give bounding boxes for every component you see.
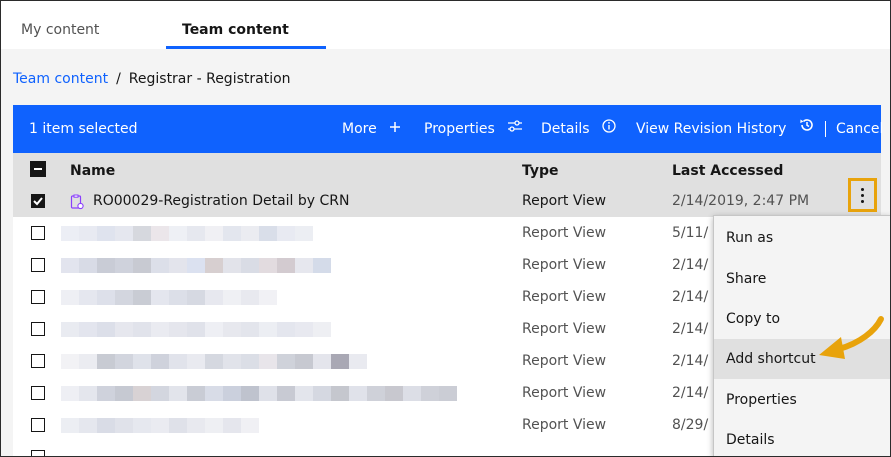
row-type: Report View — [522, 385, 607, 401]
overflow-menu-button[interactable] — [848, 178, 877, 212]
row-type: Report View — [522, 193, 607, 209]
selection-count: 1 item selected — [29, 121, 138, 137]
details-label: Details — [541, 121, 590, 137]
breadcrumb-separator: / — [116, 71, 121, 87]
row-checkbox[interactable] — [31, 290, 45, 304]
redacted-name — [61, 226, 313, 241]
overflow-dot — [861, 194, 864, 197]
row-last-accessed: 2/14/ — [672, 385, 709, 401]
row-type: Report View — [522, 257, 607, 273]
table-row[interactable]: RO00029-Registration Detail by CRN Repor… — [13, 185, 881, 218]
view-revision-history-button[interactable]: View Revision History — [636, 105, 815, 153]
row-last-accessed: 5/11/ — [672, 225, 709, 241]
more-button[interactable]: More — [342, 105, 401, 153]
action-divider — [825, 121, 826, 137]
redacted-name — [61, 290, 277, 305]
overflow-dot — [861, 200, 864, 203]
info-icon — [602, 105, 616, 153]
redacted-name — [61, 386, 457, 401]
row-type: Report View — [522, 225, 607, 241]
cancel-button[interactable]: Cancel — [836, 105, 883, 153]
redacted-name — [61, 418, 259, 433]
row-last-accessed: 8/29/ — [672, 417, 709, 433]
row-last-accessed: 2/14/2019, 2:47 PM — [672, 193, 810, 209]
row-type: Report View — [522, 289, 607, 305]
history-icon — [799, 105, 815, 153]
breadcrumb-current: Registrar - Registration — [128, 71, 291, 87]
row-checkbox[interactable] — [31, 354, 45, 368]
row-type: Report View — [522, 417, 607, 433]
redacted-name — [61, 354, 367, 369]
row-checkbox[interactable] — [31, 418, 45, 432]
report-view-icon — [70, 194, 84, 214]
details-button[interactable]: Details — [541, 105, 616, 153]
row-last-accessed: 2/14/ — [672, 321, 709, 337]
redacted-name — [61, 258, 331, 273]
tab-team-content[interactable]: Team content — [182, 1, 289, 49]
column-header-last-accessed[interactable]: Last Accessed — [672, 153, 783, 185]
column-header-type[interactable]: Type — [522, 153, 559, 185]
settings-adjust-icon — [507, 105, 523, 153]
select-all-checkbox[interactable] — [30, 161, 46, 177]
row-checkbox[interactable] — [31, 322, 45, 336]
row-checkbox[interactable] — [31, 450, 45, 456]
row-last-accessed: 2/14/ — [672, 257, 709, 273]
breadcrumb-link-team-content[interactable]: Team content — [13, 71, 108, 87]
table-header: Name Type Last Accessed — [13, 153, 881, 185]
menu-item-properties[interactable]: Properties — [714, 380, 890, 420]
menu-item-run-as[interactable]: Run as — [714, 218, 890, 258]
row-checkbox[interactable] — [31, 386, 45, 400]
window: My content Team content Team content / Reg… — [0, 0, 891, 457]
tab-my-content[interactable]: My content — [21, 1, 99, 49]
annotation-arrow-icon — [819, 316, 884, 359]
tab-bar: My content Team content — [1, 1, 890, 49]
row-checkbox[interactable] — [31, 194, 45, 208]
row-checkbox[interactable] — [31, 258, 45, 272]
row-last-accessed: 2/14/ — [672, 289, 709, 305]
overflow-dot — [861, 188, 864, 191]
properties-label: Properties — [424, 121, 495, 137]
batch-action-bar: 1 item selected More Properties Details — [13, 105, 883, 153]
row-last-accessed: 2/14/ — [672, 353, 709, 369]
more-label: More — [342, 121, 377, 137]
menu-item-share[interactable]: Share — [714, 259, 890, 299]
breadcrumb: Team content / Registrar - Registration — [13, 69, 291, 89]
row-name[interactable]: RO00029-Registration Detail by CRN — [93, 185, 350, 217]
revision-label: View Revision History — [636, 121, 787, 137]
row-checkbox[interactable] — [31, 226, 45, 240]
plus-icon — [389, 105, 401, 153]
column-header-name[interactable]: Name — [70, 153, 115, 185]
row-type: Report View — [522, 321, 607, 337]
row-type: Report View — [522, 353, 607, 369]
redacted-name — [61, 322, 331, 337]
menu-item-details[interactable]: Details — [714, 420, 890, 456]
properties-button[interactable]: Properties — [424, 105, 523, 153]
